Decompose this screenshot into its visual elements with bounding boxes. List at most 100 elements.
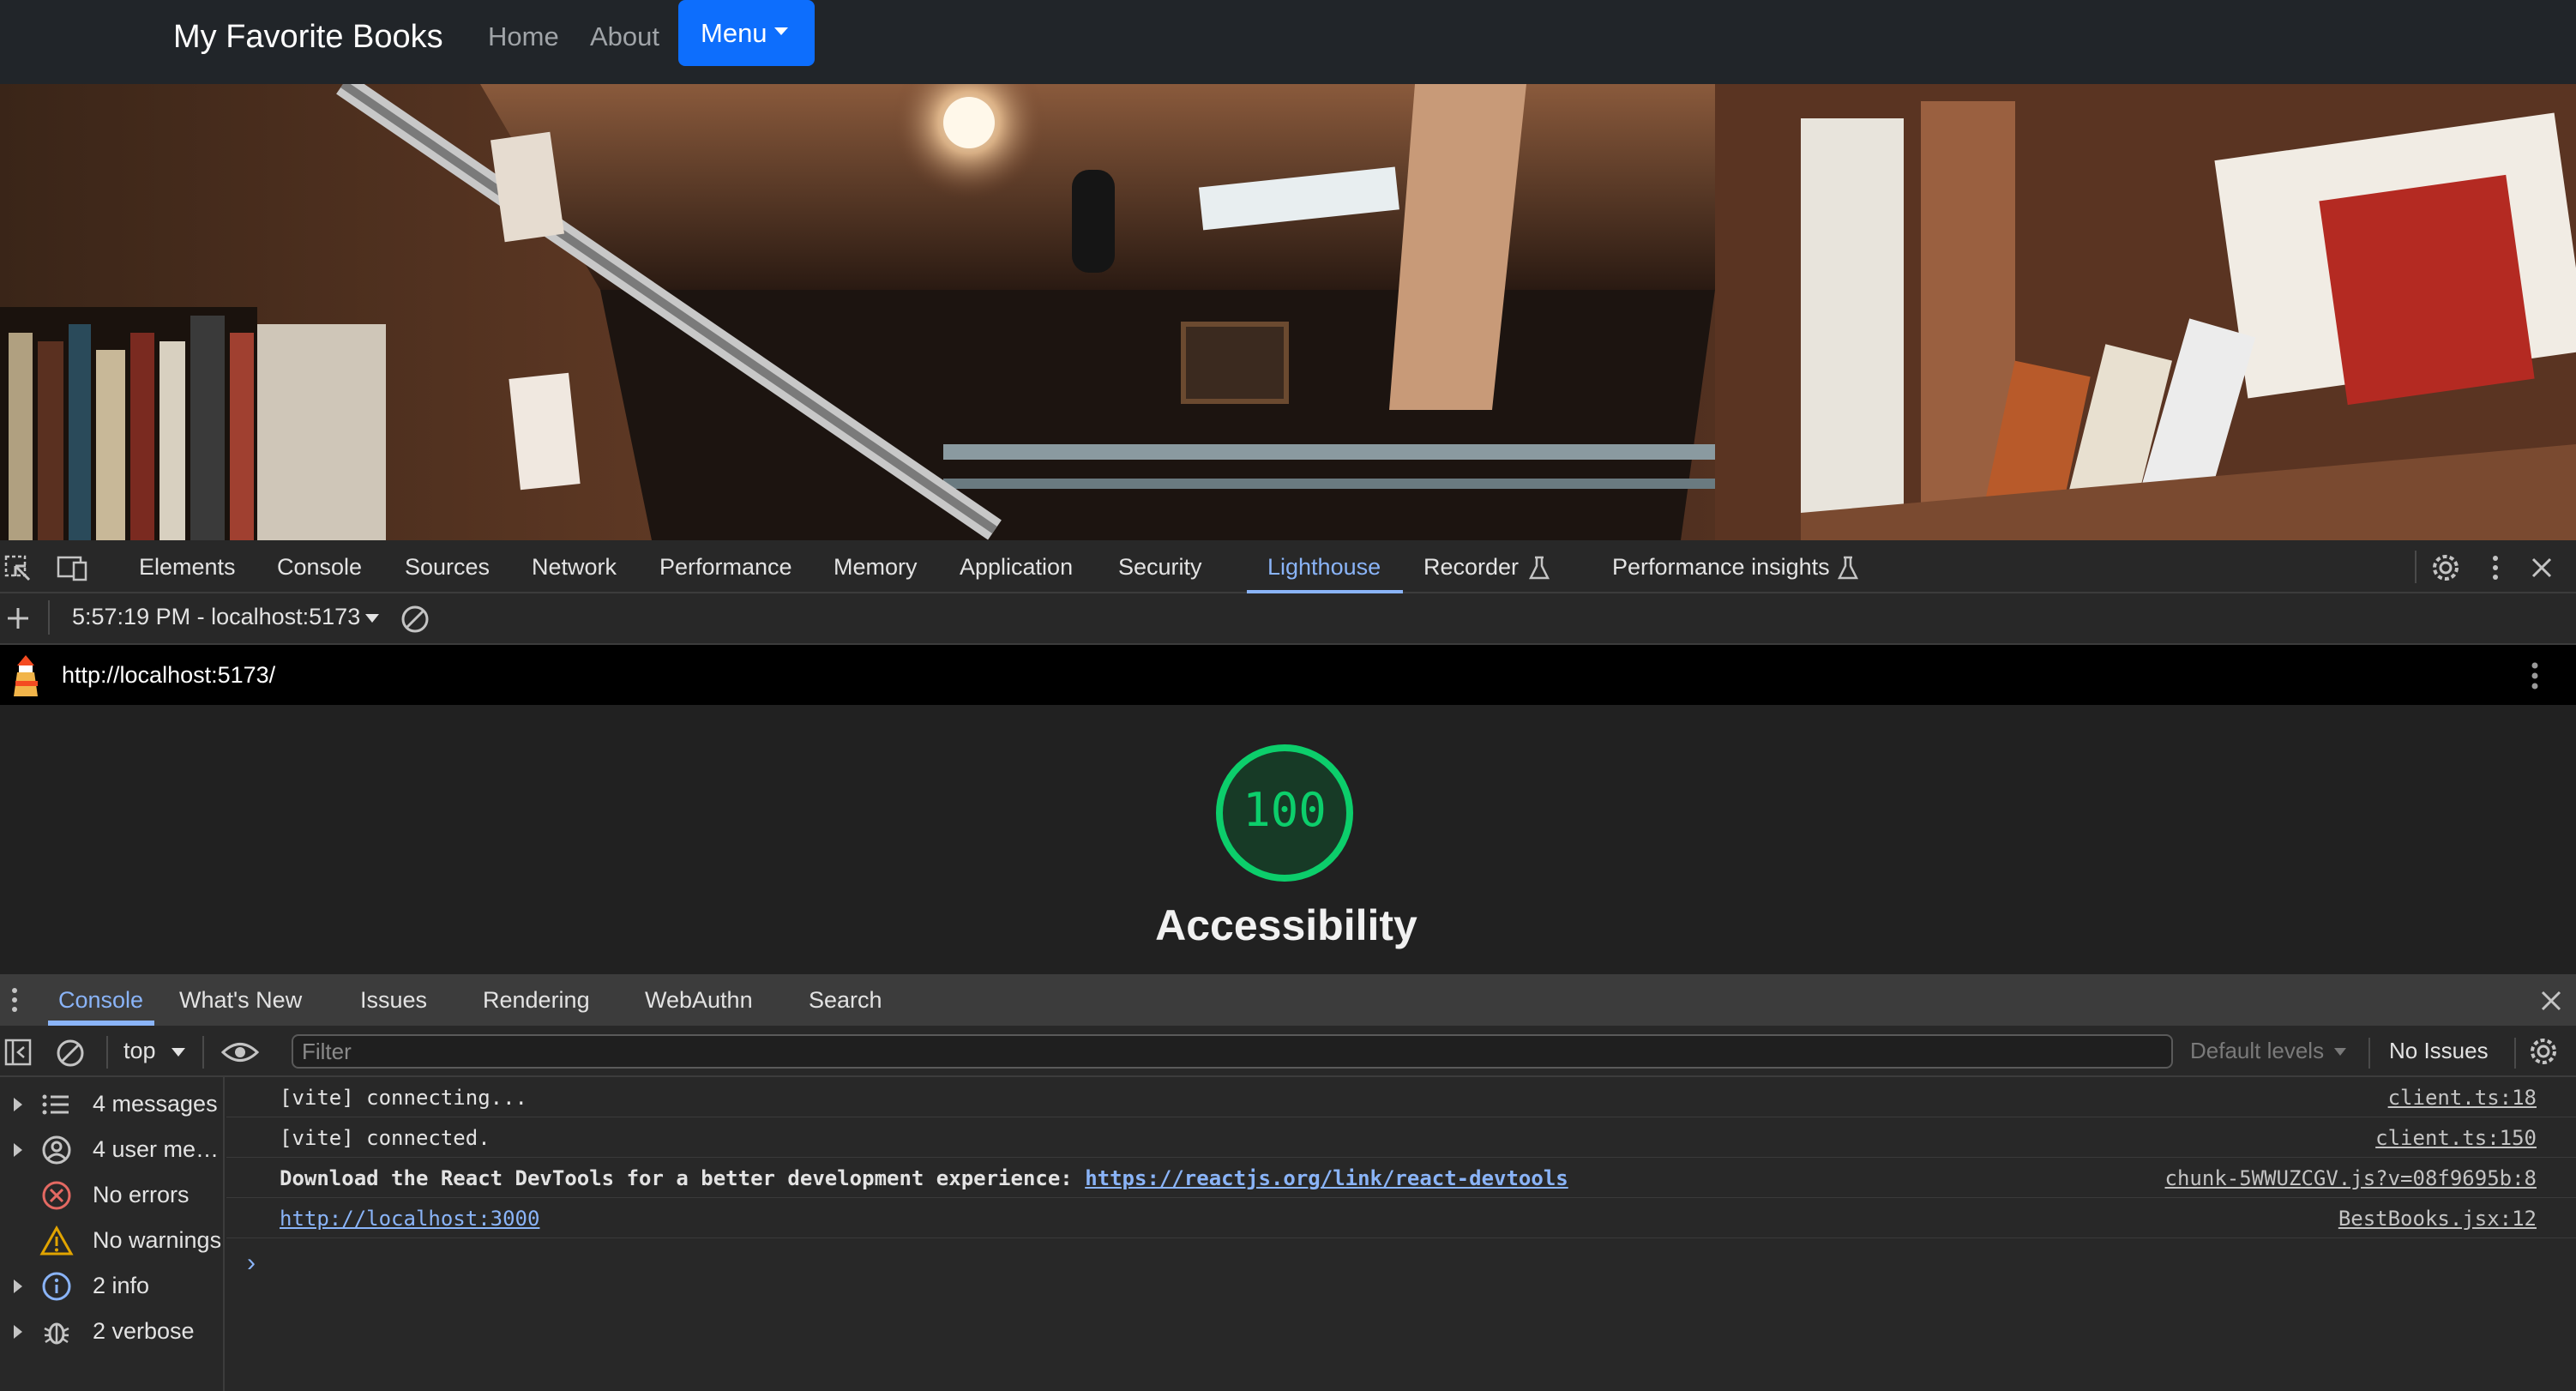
sidebar-toggle-icon[interactable] — [3, 1038, 33, 1067]
menu-dropdown-button[interactable]: Menu — [678, 0, 815, 66]
sidebar-item-info[interactable]: 2 info — [0, 1264, 225, 1309]
report-menu-icon[interactable] — [2526, 659, 2543, 693]
divider — [106, 1036, 108, 1069]
list-icon — [42, 1094, 69, 1115]
console-settings-gear-icon[interactable] — [2528, 1036, 2559, 1067]
context-selector[interactable]: top — [123, 1038, 156, 1064]
message-body: Download the React DevTools for a better… — [280, 1166, 1086, 1190]
sidebar-item-messages[interactable]: 4 messages — [0, 1082, 225, 1127]
message-text: http://localhost:3000 — [280, 1207, 539, 1231]
lighthouse-url-bar: http://localhost:5173/ — [0, 645, 2576, 705]
console-messages: [vite] connecting... client.ts:18 [vite]… — [226, 1077, 2576, 1391]
drawer-tab-console[interactable]: Console — [58, 974, 143, 1026]
drawer-tab-issues[interactable]: Issues — [360, 974, 427, 1026]
info-icon — [42, 1272, 71, 1301]
divider — [48, 600, 50, 635]
console-message[interactable]: Download the React DevTools for a better… — [226, 1158, 2576, 1198]
live-expression-eye-icon[interactable] — [221, 1039, 259, 1065]
tab-recorder[interactable]: Recorder — [1423, 540, 1519, 593]
score-value: 100 — [1243, 783, 1327, 837]
console-message[interactable]: http://localhost:3000 BestBooks.jsx:12 — [226, 1198, 2576, 1238]
bookstore-photo — [0, 84, 2576, 540]
console-message[interactable]: [vite] connecting... client.ts:18 — [226, 1077, 2576, 1117]
expand-triangle-icon[interactable] — [14, 1143, 22, 1157]
drawer-tabbar: Console What's New Issues Rendering WebA… — [0, 974, 2576, 1026]
sidebar-item-label: 2 info — [93, 1273, 150, 1298]
message-source-link[interactable]: chunk-5WWUZCGV.js?v=08f9695b:8 — [2165, 1166, 2537, 1190]
menu-label: Menu — [701, 18, 767, 48]
sidebar-item-label: 4 messages — [93, 1091, 218, 1117]
inspect-element-icon[interactable] — [3, 554, 33, 583]
console-message[interactable]: [vite] connected. client.ts:150 — [226, 1117, 2576, 1158]
settings-gear-icon[interactable] — [2430, 552, 2461, 583]
hero-image — [0, 84, 2576, 540]
console-sidebar: 4 messages 4 user me… No errors No warni… — [0, 1077, 225, 1391]
message-source-link[interactable]: client.ts:18 — [2388, 1086, 2537, 1110]
divider — [202, 1036, 204, 1069]
tab-sources[interactable]: Sources — [405, 540, 490, 593]
lighthouse-toolbar: 5:57:19 PM - localhost:5173 — [0, 593, 2576, 645]
drawer-tab-rendering[interactable]: Rendering — [483, 974, 590, 1026]
dropdown-arrow-icon[interactable] — [2334, 1048, 2346, 1056]
drawer-menu-icon[interactable] — [9, 986, 21, 1014]
console-prompt-icon[interactable]: › — [247, 1249, 256, 1278]
error-icon — [42, 1181, 71, 1210]
log-levels-selector[interactable]: Default levels — [2190, 1038, 2324, 1064]
dropdown-arrow-icon[interactable] — [172, 1048, 185, 1057]
divider — [2514, 1038, 2516, 1069]
sidebar-item-warnings[interactable]: No warnings — [0, 1219, 225, 1263]
console-filter-input[interactable]: Filter — [292, 1034, 2173, 1069]
flask-icon — [1837, 556, 1859, 580]
tab-elements[interactable]: Elements — [139, 540, 236, 593]
divider — [2415, 551, 2417, 583]
tab-security[interactable]: Security — [1118, 540, 1202, 593]
navbar: My Favorite Books Home About Menu — [0, 0, 2576, 84]
lighthouse-logo-icon — [14, 655, 38, 696]
close-drawer-icon[interactable] — [2540, 990, 2562, 1012]
message-source-link[interactable]: BestBooks.jsx:12 — [2338, 1207, 2537, 1231]
tab-performance-insights[interactable]: Performance insights — [1612, 540, 1830, 593]
message-text: [vite] connecting... — [280, 1086, 527, 1110]
sidebar-item-label: 2 verbose — [93, 1318, 195, 1344]
clear-reports-icon[interactable] — [400, 604, 430, 635]
message-text: [vite] connected. — [280, 1126, 491, 1150]
category-title[interactable]: Accessibility — [1072, 900, 1501, 950]
message-source-link[interactable]: client.ts:150 — [2375, 1126, 2537, 1150]
expand-triangle-icon[interactable] — [14, 1325, 22, 1339]
devtools-tabbar: Elements Console Sources Network Perform… — [0, 540, 2576, 593]
sidebar-item-errors[interactable]: No errors — [0, 1173, 225, 1218]
bug-icon — [44, 1322, 69, 1345]
tab-console[interactable]: Console — [277, 540, 362, 593]
caret-down-icon — [773, 27, 788, 36]
expand-triangle-icon[interactable] — [14, 1098, 22, 1111]
warning-icon — [39, 1225, 74, 1256]
close-devtools-icon[interactable] — [2530, 556, 2554, 580]
report-selector[interactable]: 5:57:19 PM - localhost:5173 — [72, 604, 360, 630]
new-report-plus-icon[interactable] — [5, 605, 31, 631]
drawer-tab-webauthn[interactable]: WebAuthn — [645, 974, 753, 1026]
tab-lighthouse[interactable]: Lighthouse — [1267, 540, 1381, 593]
sidebar-item-verbose[interactable]: 2 verbose — [0, 1310, 225, 1354]
sidebar-item-user-messages[interactable]: 4 user me… — [0, 1128, 225, 1172]
drawer-tab-whats-new[interactable]: What's New — [179, 974, 302, 1026]
report-url: http://localhost:5173/ — [62, 662, 276, 688]
tab-performance[interactable]: Performance — [659, 540, 792, 593]
nav-link-about[interactable]: About — [590, 21, 659, 53]
more-options-icon[interactable] — [2487, 554, 2504, 581]
clear-console-icon[interactable] — [55, 1038, 86, 1069]
user-icon — [42, 1135, 71, 1165]
tab-memory[interactable]: Memory — [834, 540, 918, 593]
localhost-link[interactable]: http://localhost:3000 — [280, 1207, 539, 1231]
brand-title[interactable]: My Favorite Books — [173, 17, 443, 57]
tab-network[interactable]: Network — [532, 540, 617, 593]
flask-icon — [1528, 556, 1550, 580]
dropdown-arrow-icon[interactable] — [365, 614, 379, 623]
issues-counter[interactable]: No Issues — [2389, 1038, 2489, 1064]
nav-link-home[interactable]: Home — [488, 21, 559, 53]
react-devtools-link[interactable]: https://reactjs.org/link/react-devtools — [1085, 1166, 1568, 1190]
device-toolbar-icon[interactable] — [55, 554, 89, 583]
expand-triangle-icon[interactable] — [14, 1280, 22, 1293]
drawer-tab-search[interactable]: Search — [809, 974, 882, 1026]
tab-application[interactable]: Application — [960, 540, 1073, 593]
message-text: Download the React DevTools for a better… — [280, 1166, 1568, 1190]
